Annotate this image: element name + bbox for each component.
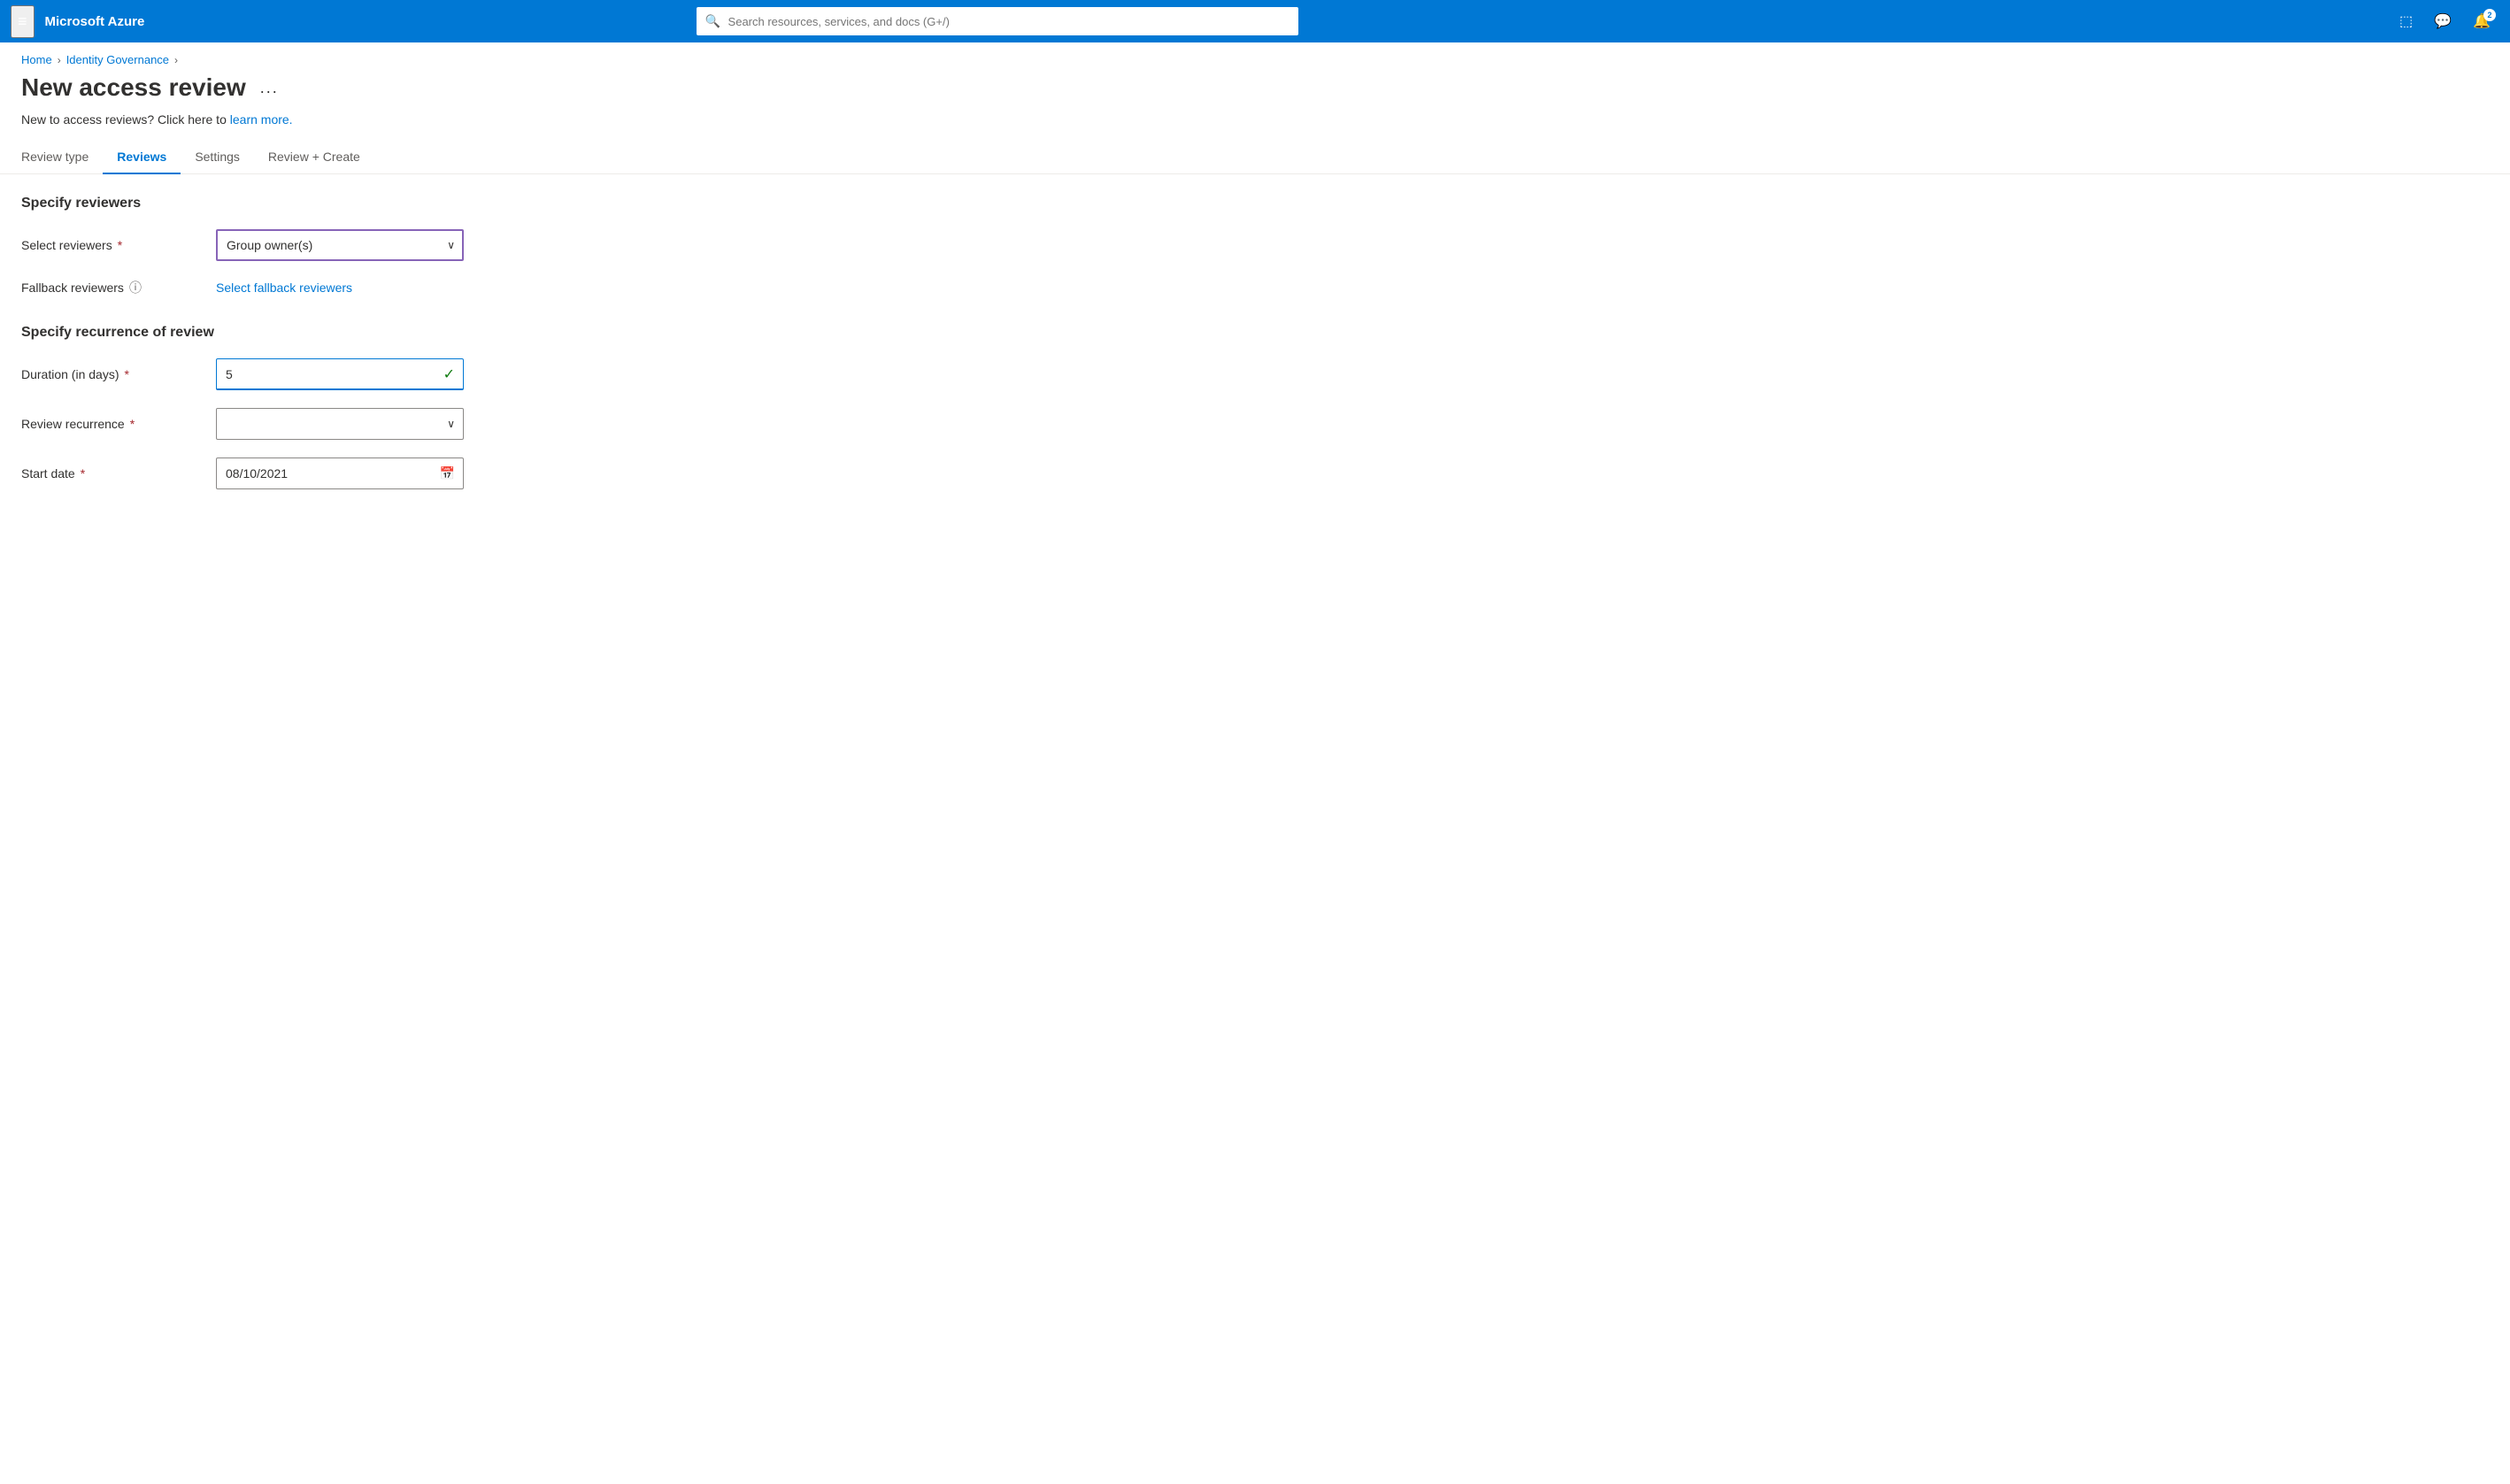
breadcrumb: Home › Identity Governance › (0, 42, 2510, 66)
tab-review-type[interactable]: Review type (21, 141, 103, 174)
start-date-row: Start date * 📅 (21, 458, 775, 489)
feedback-button[interactable]: 💬 (2425, 7, 2460, 35)
duration-row: Duration (in days) * ✓ (21, 358, 775, 390)
review-recurrence-row: Review recurrence * ∨ (21, 408, 775, 440)
breadcrumb-sep-1: › (58, 54, 61, 66)
topnav-actions: ⬚ 💬 🔔 2 (2391, 7, 2499, 35)
more-options-button[interactable]: ... (255, 77, 284, 99)
select-reviewers-label: Select reviewers * (21, 238, 216, 252)
page-title: New access review (21, 73, 246, 102)
review-recurrence-wrapper: ∨ (216, 408, 464, 440)
start-date-required: * (81, 466, 85, 481)
select-fallback-reviewers-button[interactable]: Select fallback reviewers (216, 281, 352, 295)
main-content: Specify reviewers Select reviewers * Gro… (0, 174, 797, 528)
fallback-info-icon: ⓘ (129, 279, 142, 296)
start-date-wrapper: 📅 (216, 458, 464, 489)
tabs: Review type Reviews Settings Review + Cr… (0, 141, 2510, 174)
learn-more-prefix: New to access reviews? Click here to (21, 112, 227, 127)
notifications-button[interactable]: 🔔 2 (2464, 7, 2499, 35)
specify-recurrence-title: Specify recurrence of review (21, 325, 775, 341)
select-reviewers-dropdown[interactable]: Group owner(s) (216, 229, 464, 261)
breadcrumb-identity-governance[interactable]: Identity Governance (66, 53, 169, 66)
topnav: ≡ Microsoft Azure 🔍 ⬚ 💬 🔔 2 (0, 0, 2510, 42)
review-recurrence-label: Review recurrence * (21, 417, 216, 431)
tab-reviews[interactable]: Reviews (103, 141, 181, 174)
hamburger-button[interactable]: ≡ (11, 5, 35, 38)
learn-more-row: New to access reviews? Click here to lea… (0, 105, 2510, 141)
breadcrumb-home[interactable]: Home (21, 53, 52, 66)
duration-required: * (125, 367, 129, 381)
select-reviewers-wrapper: Group owner(s) ∨ (216, 229, 464, 261)
duration-input[interactable] (216, 358, 464, 390)
search-input[interactable] (697, 7, 1298, 35)
learn-more-link[interactable]: learn more. (230, 112, 293, 127)
fallback-reviewers-label: Fallback reviewers ⓘ (21, 279, 216, 296)
search-bar: 🔍 (697, 7, 1298, 35)
review-recurrence-required: * (130, 417, 135, 431)
review-recurrence-dropdown[interactable] (216, 408, 464, 440)
tab-settings[interactable]: Settings (181, 141, 254, 174)
duration-label: Duration (in days) * (21, 367, 216, 381)
breadcrumb-sep-2: › (174, 54, 178, 66)
select-reviewers-required: * (118, 238, 122, 252)
portal-button[interactable]: ⬚ (2391, 7, 2421, 35)
fallback-reviewers-row: Fallback reviewers ⓘ Select fallback rev… (21, 279, 775, 296)
duration-check-icon: ✓ (443, 365, 455, 383)
start-date-input[interactable] (216, 458, 464, 489)
specify-reviewers-title: Specify reviewers (21, 196, 775, 211)
page-title-row: New access review ... (0, 66, 2510, 105)
search-icon: 🔍 (705, 14, 720, 29)
duration-input-wrapper: ✓ (216, 358, 464, 390)
app-logo: Microsoft Azure (45, 14, 145, 29)
tab-review-create[interactable]: Review + Create (254, 141, 374, 174)
notification-badge: 2 (2483, 9, 2496, 21)
select-reviewers-row: Select reviewers * Group owner(s) ∨ (21, 229, 775, 261)
start-date-label: Start date * (21, 466, 216, 481)
